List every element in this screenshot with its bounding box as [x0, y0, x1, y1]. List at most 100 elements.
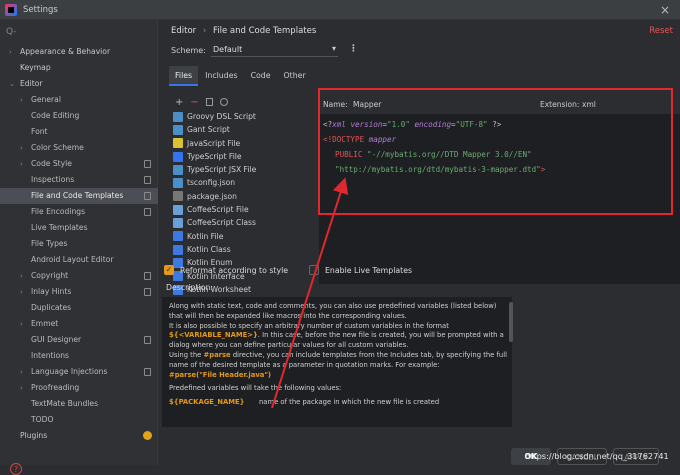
search-icon[interactable]: Q- [6, 27, 154, 41]
sidebar-item[interactable]: ⌄ Editor [0, 76, 158, 92]
project-copy-icon [144, 368, 151, 376]
sidebar-item[interactable]: TextMate Bundles [0, 396, 158, 412]
pkg-icon [173, 191, 183, 202]
template-item[interactable]: TypeScript File [169, 150, 317, 163]
close-icon[interactable]: × [660, 3, 670, 17]
desc-variable-row: ${PACKAGE_NAME} name of the package in wh… [169, 398, 440, 407]
chevron-right-icon[interactable]: › [20, 92, 23, 108]
sidebar-item[interactable]: Code Editing [0, 108, 158, 124]
more-options-icon[interactable]: ⋮ [349, 44, 358, 54]
template-item[interactable]: CoffeeScript File [169, 203, 317, 216]
code-line-3: PUBLIC "-//mybatis.org//DTD Mapper 3.0//… [335, 150, 532, 159]
project-copy-icon [144, 336, 151, 344]
sidebar-item[interactable]: › Copyright [0, 268, 158, 284]
chevron-down-icon[interactable]: ⌄ [9, 76, 15, 92]
sidebar-item[interactable]: GUI Designer [0, 332, 158, 348]
template-item[interactable]: TypeScript JSX File [169, 163, 317, 176]
chevron-right-icon[interactable]: › [20, 156, 23, 172]
name-bar: Name: Mapper Extension: xml [319, 95, 680, 113]
sidebar-item[interactable]: File Types [0, 236, 158, 252]
name-label: Name: [323, 100, 348, 109]
reformat-option[interactable]: ✓ Reformat according to style [164, 265, 288, 275]
live-templates-option[interactable]: Enable Live Templates [309, 265, 412, 275]
sidebar-item[interactable]: › General [0, 92, 158, 108]
sidebar-item[interactable]: › Language Injections [0, 364, 158, 380]
chevron-right-icon[interactable]: › [20, 268, 23, 284]
scheme-label: Scheme: [171, 46, 206, 55]
reformat-checkbox[interactable]: ✓ [164, 265, 174, 275]
chevron-right-icon[interactable]: › [20, 380, 23, 396]
desc-paragraph-4: Using the #parse directive, you can incl… [169, 350, 507, 369]
remove-icon[interactable]: − [190, 97, 198, 108]
title-bar: Settings × [0, 0, 680, 20]
chevron-right-icon[interactable]: › [20, 364, 23, 380]
sidebar-item[interactable]: Duplicates [0, 300, 158, 316]
sidebar-item[interactable]: Intentions [0, 348, 158, 364]
sidebar-item-label: Android Layout Editor [31, 255, 114, 264]
name-field[interactable]: Mapper [353, 100, 381, 109]
sidebar-item[interactable]: Plugins [0, 428, 158, 444]
project-copy-icon [144, 208, 151, 216]
template-name: CoffeeScript File [187, 205, 249, 215]
reformat-label: Reformat according to style [180, 265, 289, 275]
chevron-right-icon[interactable]: › [9, 44, 12, 60]
description-scrollbar[interactable] [509, 302, 513, 342]
code-editor[interactable]: <?xml version="1.0" encoding="UTF-8" ?> … [319, 114, 680, 284]
sidebar-item[interactable]: Keymap [0, 60, 158, 76]
template-item[interactable]: Gant Script [169, 123, 317, 136]
template-item[interactable]: JavaScript File [169, 137, 317, 150]
template-item[interactable]: tsconfig.json [169, 176, 317, 189]
sidebar-item-label: File Types [31, 239, 68, 248]
ts-icon [173, 151, 183, 162]
breadcrumb-editor[interactable]: Editor [171, 26, 196, 36]
template-name: tsconfig.json [187, 178, 236, 188]
description-label: Description: [166, 283, 214, 292]
sidebar-item-label: General [31, 95, 61, 104]
sidebar-item-label: Live Templates [31, 223, 88, 232]
template-item[interactable]: Kotlin File [169, 230, 317, 243]
sidebar-item[interactable]: › Emmet [0, 316, 158, 332]
template-item[interactable]: package.json [169, 190, 317, 203]
sidebar-item[interactable]: File Encodings [0, 204, 158, 220]
code-line-2: <!DOCTYPE mapper [323, 135, 397, 144]
copy-icon[interactable] [205, 98, 213, 106]
extension-field[interactable]: xml [582, 100, 596, 109]
tab-files[interactable]: Files [169, 66, 199, 86]
tab-includes[interactable]: Includes [199, 66, 243, 86]
sidebar-item-label: Language Injections [31, 367, 108, 376]
chevron-right-icon[interactable]: › [20, 140, 23, 156]
chevron-right-icon[interactable]: › [20, 284, 23, 300]
add-icon[interactable]: + [175, 97, 183, 108]
template-item[interactable]: CoffeeScript Class [169, 216, 317, 229]
reset-link[interactable]: Reset [649, 26, 673, 36]
reset-icon[interactable] [219, 98, 228, 106]
settings-tree: › Appearance & Behavior Keymap ⌄ Editor › Gene… [0, 44, 158, 444]
tsx-icon [173, 164, 183, 175]
template-name: JavaScript File [187, 138, 241, 148]
sidebar-item[interactable]: Font [0, 124, 158, 140]
live-templates-label: Enable Live Templates [325, 265, 413, 275]
sidebar-item[interactable]: › Inlay Hints [0, 284, 158, 300]
sidebar-item-label: TextMate Bundles [31, 399, 99, 408]
template-item[interactable]: Kotlin Class [169, 243, 317, 256]
tab-other[interactable]: Other [278, 66, 312, 86]
sidebar-item[interactable]: › Code Style [0, 156, 158, 172]
sidebar-item[interactable]: Android Layout Editor [0, 252, 158, 268]
sidebar-item[interactable]: Inspections [0, 172, 158, 188]
sidebar-item-label: Color Scheme [31, 143, 84, 152]
template-item[interactable]: Groovy DSL Script [169, 110, 317, 123]
app-icon [5, 3, 17, 16]
sidebar-item-label: Intentions [31, 351, 70, 360]
sidebar-item[interactable]: › Proofreading [0, 380, 158, 396]
chevron-right-icon[interactable]: › [20, 316, 23, 332]
scheme-select[interactable]: Default ▾ [211, 42, 338, 57]
tab-code[interactable]: Code [245, 66, 277, 86]
sidebar-item[interactable]: › Appearance & Behavior [0, 44, 158, 60]
sidebar-item[interactable]: TODO [0, 412, 158, 428]
sidebar-item[interactable]: File and Code Templates [0, 188, 158, 204]
live-templates-checkbox[interactable] [309, 265, 319, 275]
json-icon [173, 178, 183, 189]
sidebar-item[interactable]: Live Templates [0, 220, 158, 236]
sidebar-item[interactable]: › Color Scheme [0, 140, 158, 156]
code-line-1: <?xml version="1.0" encoding="UTF-8" ?> [323, 120, 502, 129]
